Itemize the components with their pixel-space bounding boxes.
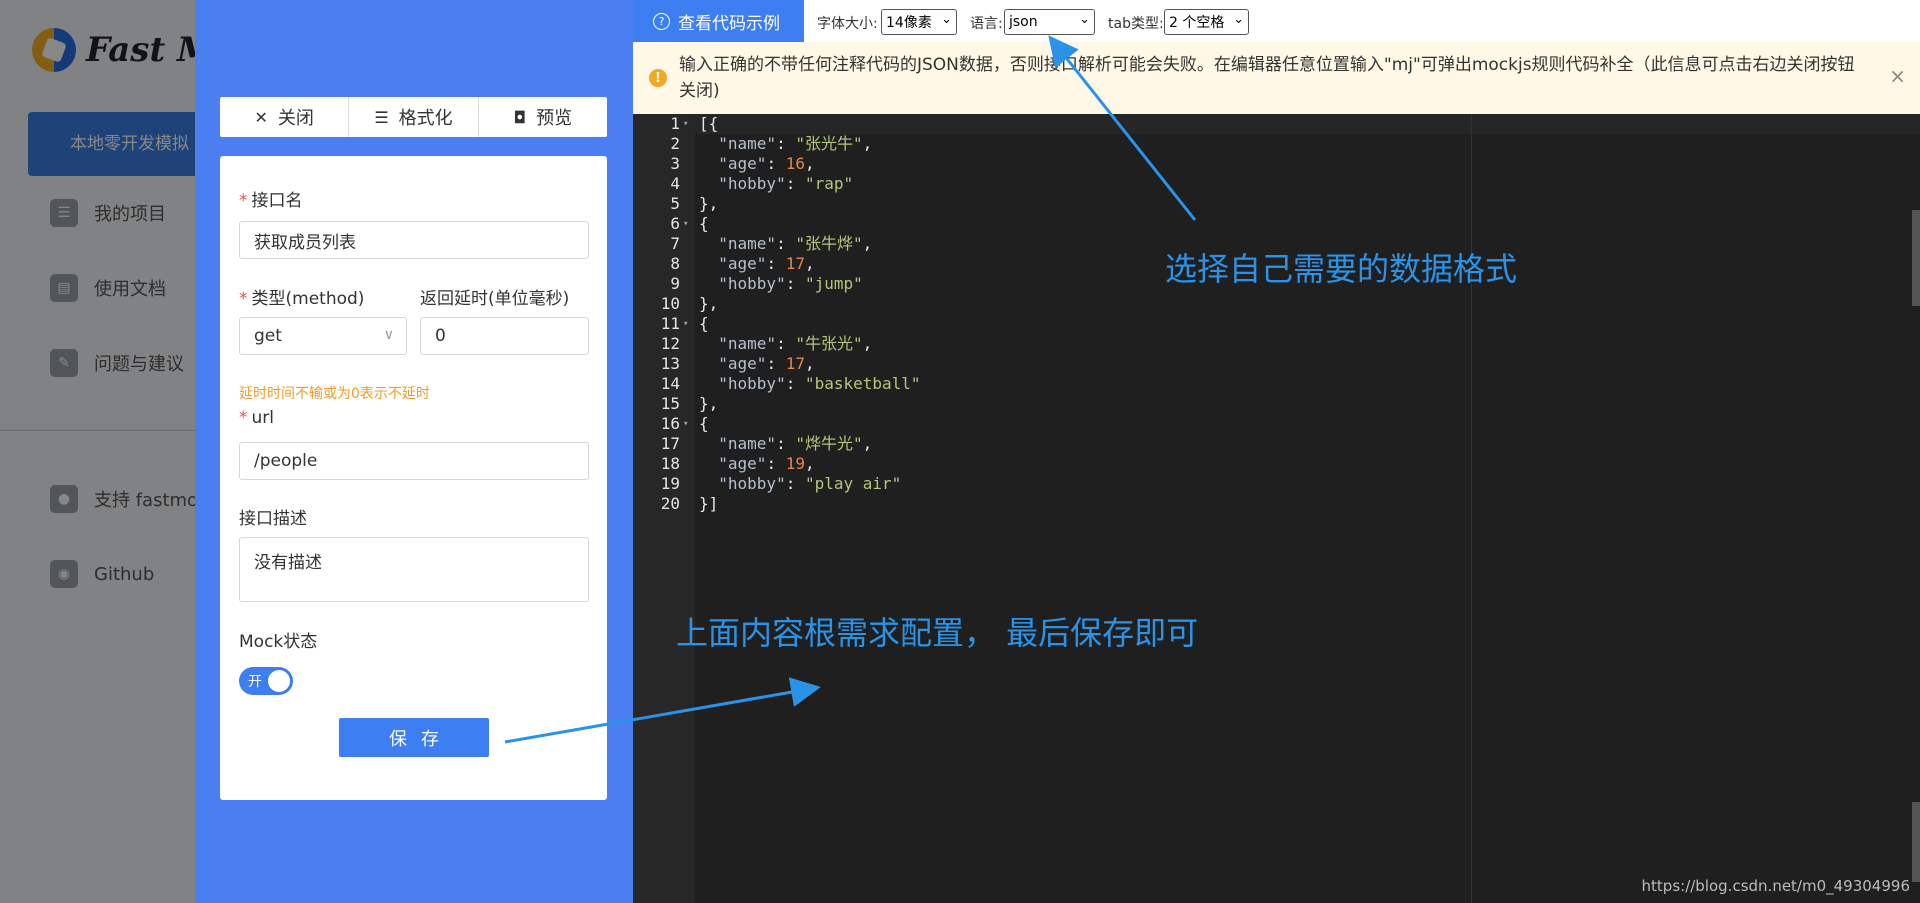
line-number: 15 [660, 394, 680, 413]
url-input[interactable]: /people [239, 442, 589, 480]
font-size-select[interactable]: 14像素 ⌄ [881, 9, 957, 35]
delay-field-label: 返回延时(单位毫秒) [420, 289, 570, 309]
chevron-down-icon: ⌄ [1079, 12, 1090, 27]
code-text: "age": 17, [718, 354, 815, 373]
line-number: 3 [670, 154, 680, 173]
format-label: 格式化 [398, 108, 453, 129]
code-text: { [699, 214, 709, 233]
tab-type-value: 2 个空格 [1169, 15, 1225, 31]
code-text: }] [699, 494, 719, 513]
tab-type-label: tab类型: [1108, 16, 1164, 32]
line-number: 13 [660, 354, 680, 373]
warning-banner: ! 输入正确的不带任何注释代码的JSON数据，否则接口解析可能会失败。在编辑器任… [633, 42, 1920, 114]
preview-label: 预览 [536, 108, 573, 129]
line-number: 10 [660, 294, 680, 313]
code-text: "hobby": "rap" [718, 174, 854, 193]
close-label: 关闭 [277, 108, 314, 129]
drawer-toolbar: ✕ 关闭 ☰ 格式化 ◘ 预览 [220, 97, 607, 137]
annotation-save: 上面内容根需求配置， 最后保存即可 [676, 614, 1199, 652]
code-text: }, [699, 194, 719, 213]
url-field-label: * url [239, 408, 274, 428]
format-list-icon: ☰ [374, 107, 389, 127]
code-text: "hobby": "basketball" [718, 374, 921, 393]
code-text: "name": "张光牛", [718, 134, 873, 153]
warning-text: 输入正确的不带任何注释代码的JSON数据，否则接口解析可能会失败。在编辑器任意位… [679, 55, 1855, 101]
toggle-on-label: 开 [248, 674, 262, 690]
view-example-button[interactable]: ? 查看代码示例 [633, 0, 804, 42]
mock-status-toggle[interactable]: 开 [239, 667, 293, 695]
line-number: 14 [660, 374, 680, 393]
line-number: 5 [670, 194, 680, 213]
warning-icon: ! [649, 69, 667, 87]
minimap-scrollbar[interactable] [1912, 802, 1920, 882]
preview-button[interactable]: ◘ 预览 [479, 97, 607, 137]
mock-status-label: Mock状态 [239, 632, 318, 652]
line-number: 1 [670, 114, 680, 133]
save-button[interactable]: 保存 [339, 718, 489, 757]
print-margin [1471, 114, 1472, 903]
tab-type-select[interactable]: 2 个空格 ⌄ [1164, 9, 1249, 35]
font-size-label: 字体大小: [817, 16, 878, 32]
description-field-label: 接口描述 [239, 509, 307, 529]
line-number: 6 [670, 214, 680, 233]
vertical-scrollbar[interactable] [1912, 210, 1920, 306]
line-number: 2 [670, 134, 680, 153]
line-number: 16 [660, 414, 680, 433]
language-value: json [1009, 14, 1038, 30]
view-example-label: 查看代码示例 [678, 13, 780, 34]
close-icon: ✕ [254, 107, 268, 127]
name-input[interactable]: 获取成员列表 [239, 221, 589, 259]
code-text: }, [699, 394, 719, 413]
code-text: { [699, 414, 709, 433]
line-number: 18 [660, 454, 680, 473]
code-text: "name": "牛张光", [718, 334, 873, 353]
code-editor[interactable]: 1 ▾[{2 "name": "张光牛", 3 "age": 16, 4 "hobby… [633, 114, 1920, 903]
format-button[interactable]: ☰ 格式化 [349, 97, 479, 137]
code-text: "age": 17, [718, 254, 815, 273]
line-number: 4 [670, 174, 680, 193]
name-field-label: * 接口名 [239, 191, 303, 211]
line-number: 20 [660, 494, 680, 513]
delay-input[interactable]: 0 [420, 317, 589, 355]
method-field-label: * 类型(method) [239, 289, 365, 309]
line-number: 17 [660, 434, 680, 453]
line-number: 19 [660, 474, 680, 493]
fold-toggle-icon[interactable]: ▾ [683, 114, 688, 134]
code-text: "name": "张牛烨", [718, 234, 873, 253]
fold-toggle-icon[interactable]: ▾ [683, 414, 688, 434]
line-number: 8 [670, 254, 680, 273]
language-select[interactable]: json ⌄ [1004, 9, 1095, 35]
annotation-format: 选择自己需要的数据格式 [1165, 250, 1518, 288]
language-label: 语言: [970, 16, 1003, 32]
line-number: 9 [670, 274, 680, 293]
line-number: 11 [660, 314, 680, 333]
chevron-down-icon: ⌄ [941, 12, 952, 27]
font-size-value: 14像素 [886, 15, 932, 31]
chevron-down-icon: ⌄ [1233, 12, 1244, 27]
method-select[interactable]: get ∨ [239, 317, 407, 355]
code-text: [{ [699, 114, 719, 133]
delay-hint: 延时时间不输或为0表示不延时 [239, 386, 430, 402]
active-line-highlight [695, 114, 1920, 134]
code-text: }, [699, 294, 719, 313]
close-icon[interactable]: × [1889, 64, 1906, 88]
code-text: "hobby": "jump" [718, 274, 863, 293]
watermark: https://blog.csdn.net/m0_49304996 [1641, 877, 1910, 895]
method-select-value: get [254, 326, 282, 346]
code-text: "hobby": "play air" [718, 474, 902, 493]
code-text: "age": 16, [718, 154, 815, 173]
fold-toggle-icon[interactable]: ▾ [683, 214, 688, 234]
question-icon: ? [653, 12, 670, 30]
fold-toggle-icon[interactable]: ▾ [683, 314, 688, 334]
code-text: "age": 19, [718, 454, 815, 473]
camera-icon: ◘ [513, 107, 527, 127]
line-number: 12 [660, 334, 680, 353]
line-number: 7 [670, 234, 680, 253]
code-text: { [699, 314, 709, 333]
code-text: "name": "烨牛光", [718, 434, 873, 453]
toggle-knob [268, 670, 290, 692]
close-button[interactable]: ✕ 关闭 [220, 97, 350, 137]
description-textarea[interactable]: 没有描述 [239, 537, 589, 602]
chevron-down-icon: ∨ [383, 327, 394, 343]
